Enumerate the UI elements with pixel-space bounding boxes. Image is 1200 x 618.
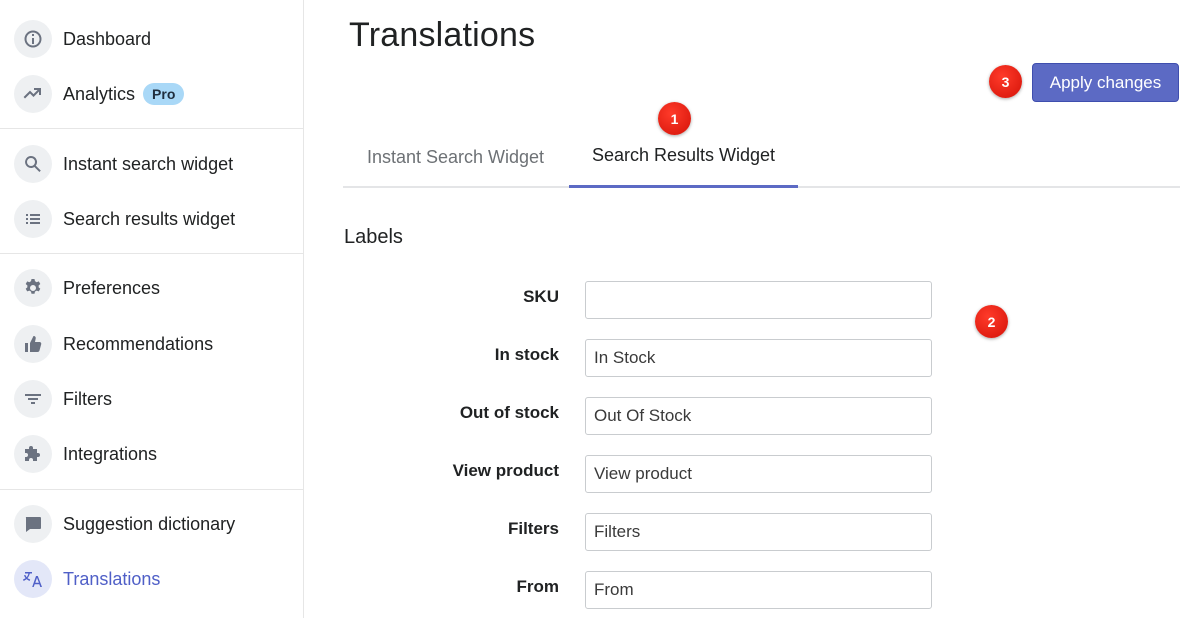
tab-label: Instant Search Widget [366, 146, 545, 167]
tab-instant-search-widget[interactable]: Instant Search Widget [343, 126, 568, 188]
sku-input[interactable] [585, 281, 932, 319]
in-stock-input[interactable] [585, 339, 932, 377]
tab-label: Search Results Widget [591, 145, 776, 165]
filters-input[interactable] [585, 513, 932, 551]
sidebar-item-label: Preferences [63, 277, 161, 298]
sidebar-item-recommendations[interactable]: Recommendations [14, 324, 213, 364]
sidebar-item-label: Suggestion dictionary [63, 513, 236, 534]
info-icon [14, 20, 52, 58]
sidebar-divider [0, 489, 304, 490]
thumbs-up-icon [14, 325, 52, 363]
sidebar-item-analytics[interactable]: Analytics Pro [14, 74, 185, 114]
apply-changes-button[interactable]: Apply changes [1032, 63, 1179, 102]
sidebar-item-label: Dashboard [63, 28, 152, 49]
field-label-in-stock: In stock [494, 345, 559, 364]
pro-badge: Pro [143, 83, 185, 105]
sidebar-divider [0, 253, 304, 254]
translate-icon [14, 560, 52, 598]
sidebar-item-label: Translations [63, 568, 161, 589]
sidebar-item-preferences[interactable]: Preferences [14, 268, 160, 308]
filter-icon [14, 380, 52, 418]
page-title: Translations [349, 16, 536, 54]
field-label-out-of-stock: Out of stock [459, 403, 559, 422]
field-label-from: From [516, 577, 560, 596]
field-label-filters: Filters [507, 519, 559, 538]
from-input[interactable] [585, 571, 932, 609]
sidebar-divider [0, 128, 304, 129]
field-label-sku: SKU [523, 287, 559, 306]
search-icon [14, 145, 52, 183]
tab-search-results-widget[interactable]: Search Results Widget [569, 126, 798, 188]
sidebar-item-search-results-widget[interactable]: Search results widget [14, 199, 235, 239]
annotation-marker-2: 2 [975, 305, 1008, 338]
sidebar-item-integrations[interactable]: Integrations [14, 434, 157, 474]
sidebar-item-filters[interactable]: Filters [14, 379, 112, 419]
sidebar-item-suggestion-dictionary[interactable]: Suggestion dictionary [14, 504, 235, 544]
sidebar-item-label: Analytics [63, 83, 136, 104]
tab-bar: Instant Search Widget Search Results Wid… [343, 126, 1180, 188]
sidebar: Dashboard Analytics Pro Instant search w… [0, 0, 304, 618]
sidebar-item-label: Integrations [63, 443, 158, 464]
sidebar-item-label: Search results widget [63, 208, 236, 229]
sidebar-item-translations[interactable]: Translations [14, 559, 160, 599]
gear-icon [14, 269, 52, 307]
list-icon [14, 200, 52, 238]
sidebar-item-instant-search-widget[interactable]: Instant search widget [14, 144, 233, 184]
trending-up-icon [14, 75, 52, 113]
sidebar-item-label: Instant search widget [63, 153, 234, 174]
out-of-stock-input[interactable] [585, 397, 932, 435]
view-product-input[interactable] [585, 455, 932, 493]
sidebar-item-dashboard[interactable]: Dashboard [14, 19, 151, 59]
chat-bubble-icon [14, 505, 52, 543]
puzzle-icon [14, 435, 52, 473]
annotation-marker-3: 3 [989, 65, 1022, 98]
field-label-view-product: View product [452, 461, 559, 480]
sidebar-item-label: Recommendations [63, 333, 214, 354]
section-title: Labels [344, 226, 403, 248]
sidebar-item-label: Filters [63, 388, 112, 409]
